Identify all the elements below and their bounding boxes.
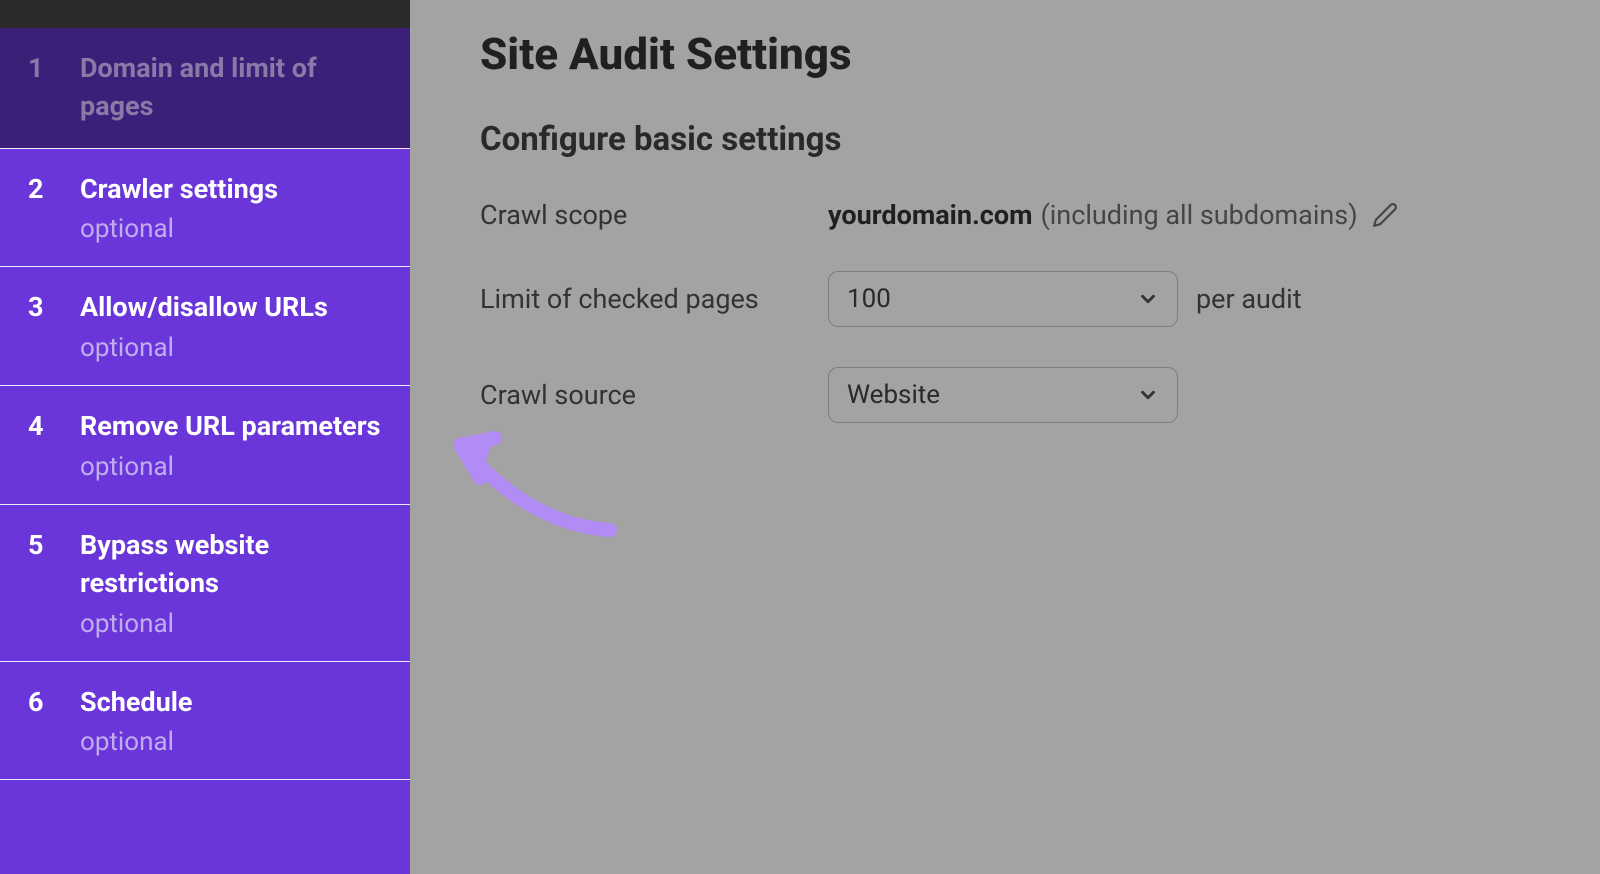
crawl-scope-label: Crawl scope — [480, 199, 828, 231]
limit-pages-select[interactable]: 100 — [828, 271, 1178, 327]
app-root: 1 Domain and limit of pages 2 Crawler se… — [0, 0, 1600, 874]
crawl-source-value: Website — [847, 380, 940, 410]
step-number: 4 — [28, 408, 80, 444]
step-label: Schedule — [80, 684, 192, 722]
sidebar-step-bypass-restrictions[interactable]: 5 Bypass website restrictions optional — [0, 505, 410, 662]
step-number: 5 — [28, 527, 80, 563]
row-crawl-source: Crawl source Website — [480, 367, 1560, 423]
sidebar-step-crawler-settings[interactable]: 2 Crawler settings optional — [0, 149, 410, 268]
chevron-down-icon — [1137, 384, 1159, 406]
step-sublabel: optional — [80, 452, 381, 482]
sidebar-step-remove-url-params[interactable]: 4 Remove URL parameters optional — [0, 386, 410, 505]
step-number: 3 — [28, 289, 80, 325]
step-number: 1 — [28, 50, 80, 86]
step-text: Bypass website restrictions optional — [80, 527, 382, 639]
step-sublabel: optional — [80, 727, 192, 757]
sidebar-step-schedule[interactable]: 6 Schedule optional — [0, 662, 410, 781]
crawl-scope-hint: (including all subdomains) — [1040, 199, 1357, 231]
step-text: Crawler settings optional — [80, 171, 278, 245]
step-label: Bypass website restrictions — [80, 527, 382, 603]
step-label: Remove URL parameters — [80, 408, 381, 446]
step-sublabel: optional — [80, 214, 278, 244]
wizard-sidebar: 1 Domain and limit of pages 2 Crawler se… — [0, 0, 410, 874]
crawl-scope-domain: yourdomain.com — [828, 199, 1032, 231]
crawl-source-label: Crawl source — [480, 379, 828, 411]
section-title: Configure basic settings — [480, 120, 1560, 159]
chevron-down-icon — [1137, 288, 1159, 310]
step-number: 6 — [28, 684, 80, 720]
step-sublabel: optional — [80, 333, 328, 363]
step-text: Remove URL parameters optional — [80, 408, 381, 482]
main-content: Site Audit Settings Configure basic sett… — [410, 0, 1600, 874]
row-limit-pages: Limit of checked pages 100 per audit — [480, 271, 1560, 327]
pencil-icon[interactable] — [1372, 202, 1398, 228]
step-label: Allow/disallow URLs — [80, 289, 328, 327]
step-label: Domain and limit of pages — [80, 50, 382, 126]
sidebar-step-domain-limit[interactable]: 1 Domain and limit of pages — [0, 28, 410, 149]
step-text: Schedule optional — [80, 684, 192, 758]
limit-pages-value: 100 — [847, 284, 891, 314]
page-title: Site Audit Settings — [480, 28, 1560, 80]
sidebar-step-allow-disallow[interactable]: 3 Allow/disallow URLs optional — [0, 267, 410, 386]
row-crawl-scope: Crawl scope yourdomain.com (including al… — [480, 199, 1560, 231]
limit-pages-label: Limit of checked pages — [480, 283, 828, 315]
step-sublabel: optional — [80, 609, 382, 639]
crawl-source-select[interactable]: Website — [828, 367, 1178, 423]
step-number: 2 — [28, 171, 80, 207]
limit-pages-suffix: per audit — [1196, 283, 1302, 315]
step-text: Domain and limit of pages — [80, 50, 382, 126]
crawl-scope-value: yourdomain.com (including all subdomains… — [828, 199, 1398, 231]
step-label: Crawler settings — [80, 171, 278, 209]
step-text: Allow/disallow URLs optional — [80, 289, 328, 363]
